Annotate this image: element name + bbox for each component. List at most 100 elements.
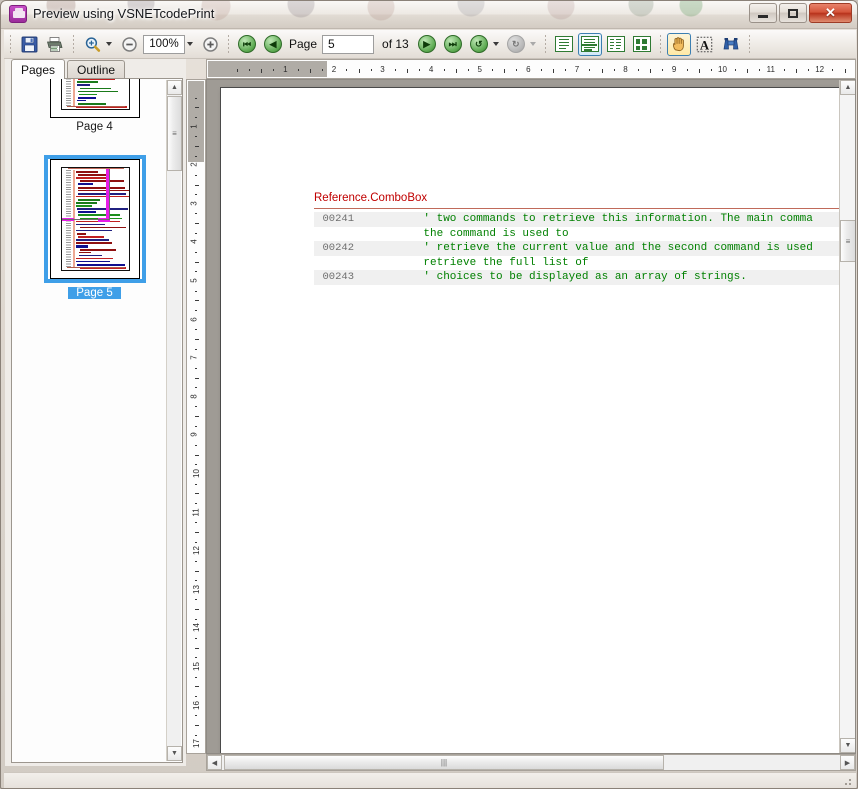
ruler-tick-mark	[601, 69, 603, 73]
print-preview-area[interactable]: Reference.ComboBox 00241 ' two commands …	[206, 79, 856, 754]
ruler-tick-mark	[589, 69, 591, 71]
thumbnail-scroll-thumb[interactable]: ≡	[167, 96, 182, 171]
preview-scroll-down-button[interactable]: ▼	[840, 738, 855, 753]
preview-scroll-right-button[interactable]: ▶	[840, 755, 855, 770]
next-page-button[interactable]: ▶	[415, 33, 439, 56]
thumbnail-code-line	[76, 257, 114, 260]
list-item[interactable]: Page 4	[17, 79, 172, 133]
vertical-ruler-margin-fill	[188, 81, 204, 163]
back-button[interactable]: ↺	[467, 33, 491, 56]
zoom-level-dropdown-arrow[interactable]	[187, 42, 193, 46]
zoom-out-button[interactable]	[117, 33, 141, 56]
ruler-tick-mark	[195, 724, 199, 726]
print-icon	[47, 36, 63, 52]
page-number-input[interactable]: 5	[322, 34, 375, 54]
close-icon: ✕	[825, 5, 836, 20]
thumbnail-code-line	[78, 79, 115, 80]
thumbnail-code-line	[75, 242, 113, 244]
last-page-icon: ⏭	[443, 35, 462, 53]
text-select-button[interactable]: A	[693, 33, 717, 56]
ruler-tick-label: 1	[189, 123, 199, 129]
facing-page-view-button[interactable]	[604, 33, 628, 56]
back-dropdown-arrow[interactable]	[492, 42, 499, 46]
preview-horizontal-scroll-thumb[interactable]: |||	[224, 755, 664, 770]
code-line-row: 00242 ' retrieve the current value and t…	[314, 241, 855, 256]
save-button[interactable]	[17, 33, 41, 56]
pan-tool-button[interactable]	[666, 32, 691, 56]
status-bar	[4, 772, 856, 788]
forward-button[interactable]: ↻	[504, 33, 528, 56]
ruler-tick-label: 9	[671, 65, 677, 74]
pages-panel: Pages Outline Page 1Page 2Page 3Page 4Pa…	[5, 59, 186, 766]
main-toolbar: 100% ⏮ ◀ Page 5 of 13 ▶ ⏭ ↺ ↻ A	[4, 30, 856, 59]
close-button[interactable]: ✕	[809, 3, 852, 23]
ruler-tick-mark	[808, 69, 810, 71]
preview-scroll-thumb[interactable]: ≡	[840, 220, 855, 262]
ruler-tick-mark	[195, 406, 197, 408]
toolbar-separator	[228, 35, 229, 53]
thumbnail-code-line	[78, 93, 97, 96]
thumbnail-scroll-down-button[interactable]: ▼	[167, 746, 182, 761]
ruler-tick-mark	[195, 232, 197, 234]
preview-horizontal-scrollbar[interactable]: ◀ ||| ▶	[206, 754, 856, 771]
ruler-tick-mark	[195, 695, 197, 697]
two-page-view-button[interactable]	[577, 32, 602, 56]
code-gutter	[361, 270, 397, 285]
thumbnail-code-line	[75, 260, 111, 263]
tab-pages-label: Pages	[21, 62, 56, 77]
four-page-view-button[interactable]	[630, 33, 654, 56]
ruler-tick-mark	[195, 300, 199, 302]
ruler-tick-label: 4	[428, 65, 434, 74]
one-page-view-button[interactable]	[552, 33, 576, 56]
maximize-button[interactable]	[779, 3, 807, 23]
print-button[interactable]	[43, 33, 67, 56]
zoom-level-value[interactable]: 100%	[143, 34, 185, 54]
list-item[interactable]: Page 5	[17, 155, 172, 301]
ruler-tick-mark	[195, 734, 197, 736]
line-number	[314, 256, 361, 271]
previous-page-button[interactable]: ◀	[261, 33, 285, 56]
ruler-tick-mark	[309, 69, 311, 73]
ruler-tick-label: 1	[283, 65, 288, 74]
thumbnail-code-line	[75, 239, 110, 241]
ruler-tick-label: 11	[766, 65, 775, 74]
preview-scroll-left-button[interactable]: ◀	[207, 755, 222, 770]
zoom-out-icon	[121, 36, 137, 52]
ruler-tick-mark	[759, 69, 761, 71]
thumbnail-code-line	[79, 248, 116, 251]
thumbnail-scrollbar[interactable]: ▲ ≡ ▼	[166, 80, 182, 761]
ruler-tick-label: 16	[191, 700, 201, 710]
code-gutter	[361, 227, 397, 242]
ruler-tick-mark	[394, 69, 396, 71]
first-page-button[interactable]: ⏮	[235, 33, 259, 56]
preview-vertical-scrollbar[interactable]: ▲ ≡ ▼	[839, 80, 855, 753]
ruler-tick-mark	[195, 213, 197, 215]
preview-scroll-up-button[interactable]: ▲	[840, 80, 855, 95]
last-page-button[interactable]: ⏭	[441, 33, 465, 56]
thumbnail-caption: Page 5	[68, 287, 121, 299]
page-thumbnail[interactable]	[49, 79, 140, 118]
thumbnail-page-content	[60, 167, 130, 271]
thumbnail-code-line	[75, 223, 105, 226]
ruler-tick-mark	[195, 107, 199, 109]
ruler-tick-mark	[195, 194, 197, 196]
find-button[interactable]	[719, 33, 743, 56]
zoom-increase-button[interactable]	[198, 33, 222, 56]
resize-grip[interactable]	[841, 775, 853, 787]
line-number: 00242	[322, 242, 354, 255]
page-thumbnail-list[interactable]: Page 1Page 2Page 3Page 4Page 5 ▲ ≡ ▼	[11, 78, 183, 763]
ruler-tick-mark	[195, 715, 197, 717]
ruler-tick-label: 17	[191, 739, 201, 749]
minimize-button[interactable]	[749, 3, 777, 23]
tab-pages[interactable]: Pages	[11, 59, 66, 79]
page-thumbnail[interactable]	[49, 159, 140, 279]
find-binoculars-icon	[723, 38, 739, 50]
thumbnail-scroll-up-button[interactable]: ▲	[167, 80, 182, 95]
zoom-in-dropdown-arrow[interactable]	[106, 42, 112, 46]
ruler-tick-mark	[195, 329, 197, 331]
code-token: the command is used to	[397, 227, 569, 240]
tab-outline[interactable]: Outline	[67, 60, 126, 79]
ruler-tick-mark	[358, 69, 360, 73]
ruler-tick-label: 7	[189, 355, 199, 360]
zoom-in-button[interactable]	[80, 33, 104, 56]
